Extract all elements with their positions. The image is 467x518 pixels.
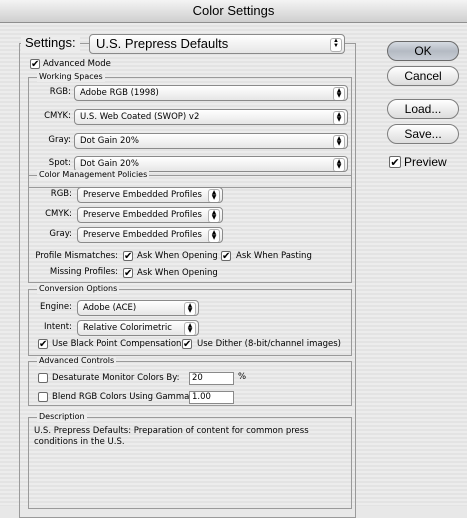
policy-rgb-value: Preserve Embedded Profiles (83, 190, 202, 200)
policy-gray-popup[interactable]: Preserve Embedded Profiles ▲ ▼ (77, 227, 223, 243)
popup-arrows-icon: ▲ ▼ (333, 135, 345, 148)
ws-rgb-popup[interactable]: Adobe RGB (1998) ▲ ▼ (74, 85, 348, 101)
policy-gray-label: Gray: (49, 229, 72, 239)
ask-when-opening-label: Ask When Opening (137, 251, 218, 261)
ask-when-pasting-label: Ask When Pasting (236, 251, 312, 261)
popup-arrows-icon: ▲ ▼ (208, 229, 220, 242)
checkmark-icon: ✔ (124, 268, 133, 279)
popup-arrows-icon: ▲ ▼ (330, 38, 342, 52)
missing-profiles-label: Missing Profiles: (49, 267, 118, 277)
advanced-mode-label: Advanced Mode (43, 59, 111, 69)
ws-spot-value: Dot Gain 20% (80, 159, 139, 169)
description-text: U.S. Prepress Defaults: Preparation of c… (34, 426, 309, 447)
working-spaces-title: Working Spaces (37, 72, 105, 82)
intent-value: Relative Colorimetric (83, 323, 172, 333)
window-title: Color Settings (192, 3, 275, 18)
blend-gamma-field[interactable]: 1.00 (189, 391, 234, 404)
ws-gray-popup[interactable]: Dot Gain 20% ▲ ▼ (74, 133, 348, 149)
engine-popup[interactable]: Adobe (ACE) ▲ ▼ (77, 300, 199, 316)
ws-gray-value: Dot Gain 20% (80, 136, 139, 146)
settings-popup[interactable]: U.S. Prepress Defaults ▲ ▼ (89, 34, 345, 54)
popup-arrows-icon: ▲ ▼ (333, 111, 345, 124)
checkmark-icon: ✔ (124, 251, 133, 262)
popup-arrows-icon: ▲ ▼ (184, 302, 196, 315)
profile-mismatches-label: Profile Mismatches: (35, 251, 118, 261)
missing-ask-when-opening-label: Ask When Opening (137, 268, 218, 278)
settings-label: Settings: (21, 35, 80, 51)
policy-cmyk-value: Preserve Embedded Profiles (83, 210, 202, 220)
preview-label: Preview (404, 155, 447, 169)
ws-rgb-label: RGB: (49, 87, 71, 97)
blend-gamma-checkbox[interactable] (38, 392, 48, 402)
advanced-controls-title: Advanced Controls (37, 356, 117, 366)
ws-cmyk-label: CMYK: (44, 111, 71, 121)
black-point-label: Use Black Point Compensation (52, 339, 182, 349)
checkmark-icon: ✔ (31, 59, 40, 70)
engine-value: Adobe (ACE) (83, 303, 137, 313)
dither-checkbox[interactable]: ✔ (182, 339, 192, 350)
save-button[interactable]: Save... (387, 124, 459, 144)
missing-ask-when-opening-checkbox[interactable]: ✔ (123, 268, 133, 279)
checkmark-icon: ✔ (39, 339, 48, 350)
cancel-button[interactable]: Cancel (387, 66, 459, 86)
ws-gray-label: Gray: (48, 135, 71, 145)
ws-spot-label: Spot: (48, 158, 71, 168)
checkmark-icon: ✔ (222, 251, 231, 262)
ws-rgb-value: Adobe RGB (1998) (80, 88, 159, 98)
blend-gamma-label: Blend RGB Colors Using Gamma: (52, 392, 193, 402)
policies-title: Color Management Policies (37, 170, 150, 180)
settings-value: U.S. Prepress Defaults (96, 36, 229, 51)
checkmark-icon: ✔ (183, 339, 192, 350)
window-titlebar: Color Settings (0, 0, 467, 23)
policy-cmyk-label: CMYK: (45, 209, 72, 219)
intent-popup[interactable]: Relative Colorimetric ▲ ▼ (77, 320, 199, 336)
ask-when-pasting-checkbox[interactable]: ✔ (221, 251, 231, 262)
policy-gray-value: Preserve Embedded Profiles (83, 230, 202, 240)
description-title: Description (37, 412, 87, 422)
popup-arrows-icon: ▲ ▼ (208, 209, 220, 222)
conversion-title: Conversion Options (37, 284, 120, 294)
ok-button[interactable]: OK (387, 41, 459, 61)
intent-label: Intent: (43, 322, 72, 332)
percent-unit: % (238, 372, 247, 382)
engine-label: Engine: (40, 302, 72, 312)
policy-rgb-popup[interactable]: Preserve Embedded Profiles ▲ ▼ (77, 187, 223, 203)
desaturate-label: Desaturate Monitor Colors By: (52, 373, 180, 383)
popup-arrows-icon: ▲ ▼ (333, 158, 345, 171)
ask-when-opening-checkbox[interactable]: ✔ (123, 251, 133, 262)
dialog-content: Settings: U.S. Prepress Defaults ▲ ▼ ✔ Ad… (0, 23, 467, 518)
policy-rgb-label: RGB: (50, 189, 72, 199)
popup-arrows-icon: ▲ ▼ (184, 322, 196, 335)
popup-arrows-icon: ▲ ▼ (208, 189, 220, 202)
policy-cmyk-popup[interactable]: Preserve Embedded Profiles ▲ ▼ (77, 207, 223, 223)
desaturate-field[interactable]: 20 (189, 372, 234, 385)
advanced-mode-checkbox[interactable]: ✔ (30, 59, 40, 70)
ws-cmyk-value: U.S. Web Coated (SWOP) v2 (80, 112, 200, 122)
popup-arrows-icon: ▲ ▼ (333, 87, 345, 100)
load-button[interactable]: Load... (387, 99, 459, 119)
desaturate-checkbox[interactable] (38, 373, 48, 383)
preview-checkbox[interactable]: ✔ (389, 156, 401, 168)
black-point-checkbox[interactable]: ✔ (38, 339, 48, 350)
dither-label: Use Dither (8-bit/channel images) (197, 339, 341, 349)
ws-cmyk-popup[interactable]: U.S. Web Coated (SWOP) v2 ▲ ▼ (74, 109, 348, 125)
checkmark-icon: ✔ (390, 156, 400, 169)
